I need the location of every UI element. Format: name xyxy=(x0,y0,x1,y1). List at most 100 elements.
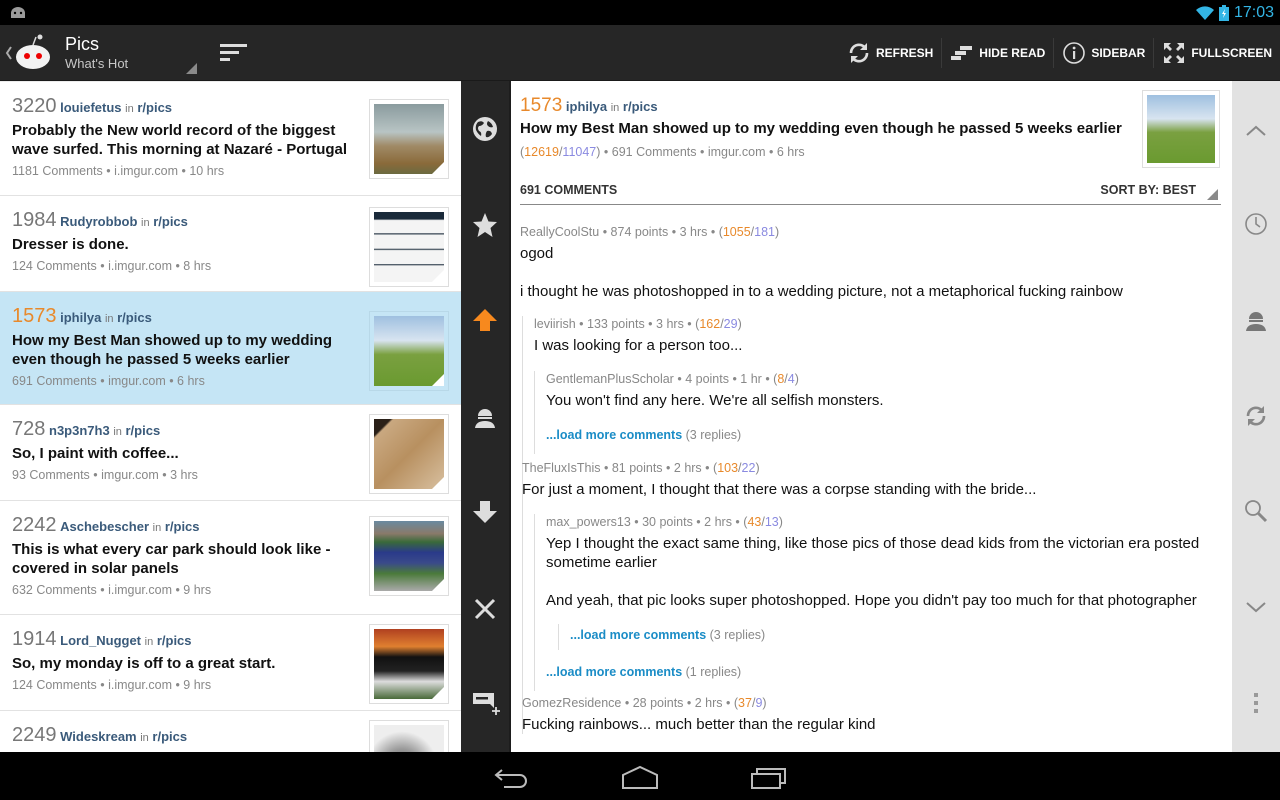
post-author[interactable]: Lord_Nugget xyxy=(60,633,141,648)
comment[interactable]: GomezResidence • 28 points • 2 hrs • (37… xyxy=(522,695,1221,734)
detail-subreddit[interactable]: r/pics xyxy=(623,99,658,114)
globe-icon[interactable] xyxy=(472,116,498,142)
add-comment-icon[interactable] xyxy=(472,689,502,715)
post-subreddit[interactable]: r/pics xyxy=(153,214,188,229)
fullscreen-label: FULLSCREEN xyxy=(1191,46,1272,60)
star-icon[interactable] xyxy=(472,212,498,238)
post-thumbnail[interactable] xyxy=(369,414,449,494)
refresh-icon[interactable] xyxy=(1244,404,1268,428)
reddit-logo-up-button[interactable] xyxy=(3,33,55,73)
comment-replies: ...load more comments (3 replies) xyxy=(558,624,1221,650)
post-subreddit[interactable]: r/pics xyxy=(117,310,152,325)
post-author[interactable]: Wideskream xyxy=(60,729,136,744)
post-subreddit[interactable]: r/pics xyxy=(137,100,172,115)
sort-mode-spinner[interactable]: What's Hot xyxy=(65,56,128,71)
sidebar-button[interactable]: SIDEBAR xyxy=(1054,25,1153,81)
wifi-icon xyxy=(1195,6,1214,20)
post-thumbnail[interactable] xyxy=(369,516,449,596)
detail-thumbnail[interactable] xyxy=(1142,90,1220,168)
system-navigation-bar xyxy=(0,752,1280,800)
detail-author[interactable]: iphilya xyxy=(566,99,607,114)
info-icon xyxy=(1063,42,1086,64)
fullscreen-button[interactable]: FULLSCREEN xyxy=(1154,25,1280,81)
upvote-icon[interactable] xyxy=(472,307,498,333)
post-thumbnail[interactable] xyxy=(369,207,449,287)
downvote-icon[interactable] xyxy=(472,499,498,525)
recents-button[interactable] xyxy=(749,764,789,790)
home-button[interactable] xyxy=(620,764,660,790)
post-thumbnail[interactable] xyxy=(369,624,449,704)
post-list-item[interactable]: 1914 Lord_Nugget in r/pics So, my monday… xyxy=(0,615,461,711)
history-icon[interactable] xyxy=(1244,212,1268,236)
comment[interactable]: leviirish • 133 points • 3 hrs • (162/29… xyxy=(534,316,1221,454)
post-thumbnail[interactable] xyxy=(369,99,449,179)
post-author[interactable]: n3p3n7h3 xyxy=(49,423,110,438)
post-score: 3220 xyxy=(12,95,57,117)
comment-body: You won't find any here. We're all selfi… xyxy=(546,392,884,409)
post-score: 1914 xyxy=(12,628,57,650)
post-subreddit[interactable]: r/pics xyxy=(152,729,187,744)
post-list-item[interactable]: 3220 louiefetus in r/pics Probably the N… xyxy=(0,82,461,196)
sidebar-label: SIDEBAR xyxy=(1091,46,1146,60)
load-more-comments-link[interactable]: ...load more comments (3 replies) xyxy=(570,628,1221,642)
overflow-menu-icon[interactable] xyxy=(1244,691,1268,715)
main-content: 3220 louiefetus in r/pics Probably the N… xyxy=(0,81,1280,752)
search-icon[interactable] xyxy=(1244,499,1268,523)
post-thumbnail[interactable] xyxy=(369,720,449,752)
page-title: Pics xyxy=(65,34,100,54)
user-icon[interactable] xyxy=(1244,308,1268,332)
post-title: Probably the New world record of the big… xyxy=(12,122,348,158)
close-icon[interactable] xyxy=(472,596,498,622)
comment-replies: max_powers13 • 30 points • 2 hrs • (43/1… xyxy=(534,514,1221,691)
detail-score: 1573 xyxy=(520,95,563,116)
back-button[interactable] xyxy=(492,764,532,790)
comment-meta: ReallyCoolStu • 874 points • 3 hrs • (10… xyxy=(520,225,780,239)
detail-meta: (12619/11047) • 691 Comments • imgur.com… xyxy=(520,145,805,159)
comment[interactable]: ReallyCoolStu • 874 points • 3 hrs • (10… xyxy=(520,224,1221,734)
post-author[interactable]: iphilya xyxy=(60,310,101,325)
detail-title[interactable]: How my Best Man showed up to my wedding … xyxy=(520,120,1221,137)
comment-sort-selector[interactable]: SORT BY: BEST xyxy=(1100,183,1196,197)
post-title: So, my monday is off to a great start. xyxy=(12,655,276,672)
scroll-down-icon[interactable] xyxy=(1244,595,1268,619)
post-score: 2242 xyxy=(12,514,57,536)
post-title: How my Best Man showed up to my wedding … xyxy=(12,332,333,368)
post-action-bar xyxy=(461,81,509,752)
post-list-item[interactable]: 2242 Aschebescher in r/pics This is what… xyxy=(0,501,461,615)
load-more-comments-link[interactable]: ...load more comments (1 replies) xyxy=(546,665,1221,691)
post-score: 2249 xyxy=(12,724,57,746)
comment-meta: max_powers13 • 30 points • 2 hrs • (43/1… xyxy=(546,515,783,529)
comment-body: ogod i thought he was photoshopped in to … xyxy=(520,245,1123,300)
scroll-up-icon[interactable] xyxy=(1244,119,1268,143)
post-subreddit[interactable]: r/pics xyxy=(157,633,192,648)
comment-replies: leviirish • 133 points • 3 hrs • (162/29… xyxy=(522,316,1221,734)
comment-meta: leviirish • 133 points • 3 hrs • (162/29… xyxy=(534,317,742,331)
comment-meta: GomezResidence • 28 points • 2 hrs • (37… xyxy=(522,696,767,710)
user-icon[interactable] xyxy=(472,404,498,430)
post-list-item[interactable]: 2249 Wideskream in r/pics xyxy=(0,711,461,752)
post-author[interactable]: Rudyrobbob xyxy=(60,214,137,229)
post-subreddit[interactable]: r/pics xyxy=(165,519,200,534)
post-list-item[interactable]: 728 n3p3n7h3 in r/pics So, I paint with … xyxy=(0,405,461,501)
post-list[interactable]: 3220 louiefetus in r/pics Probably the N… xyxy=(0,81,461,752)
post-list-item[interactable]: 1984 Rudyrobbob in r/pics Dresser is don… xyxy=(0,196,461,292)
comments-count: 691 COMMENTS xyxy=(520,183,618,197)
refresh-button[interactable]: REFRESH xyxy=(839,25,941,81)
comment-body: Fucking rainbows... much better than the… xyxy=(522,716,876,733)
hide-read-button[interactable]: HIDE READ xyxy=(942,25,1053,81)
post-author[interactable]: Aschebescher xyxy=(60,519,149,534)
sort-dropdown-indicator-icon xyxy=(1207,189,1218,200)
post-score: 1573 xyxy=(12,305,57,327)
comment-meta: GentlemanPlusScholar • 4 points • 1 hr •… xyxy=(546,372,799,386)
comment[interactable]: GentlemanPlusScholar • 4 points • 1 hr •… xyxy=(546,371,1221,410)
sort-icon[interactable] xyxy=(220,41,248,63)
post-thumbnail[interactable] xyxy=(369,311,449,391)
load-more-comments-link[interactable]: ...load more comments (3 replies) xyxy=(546,428,1221,454)
comment[interactable]: max_powers13 • 30 points • 2 hrs • (43/1… xyxy=(546,514,1221,650)
post-list-item-selected[interactable]: 1573 iphilya in r/pics How my Best Man s… xyxy=(0,292,461,405)
action-bar: Pics What's Hot REFRESH HIDE READ SIDEBA… xyxy=(0,25,1280,81)
post-score: 1984 xyxy=(12,209,57,231)
post-author[interactable]: louiefetus xyxy=(60,100,121,115)
post-subreddit[interactable]: r/pics xyxy=(126,423,161,438)
comment[interactable]: TheFluxIsThis • 81 points • 2 hrs • (103… xyxy=(522,460,1221,691)
